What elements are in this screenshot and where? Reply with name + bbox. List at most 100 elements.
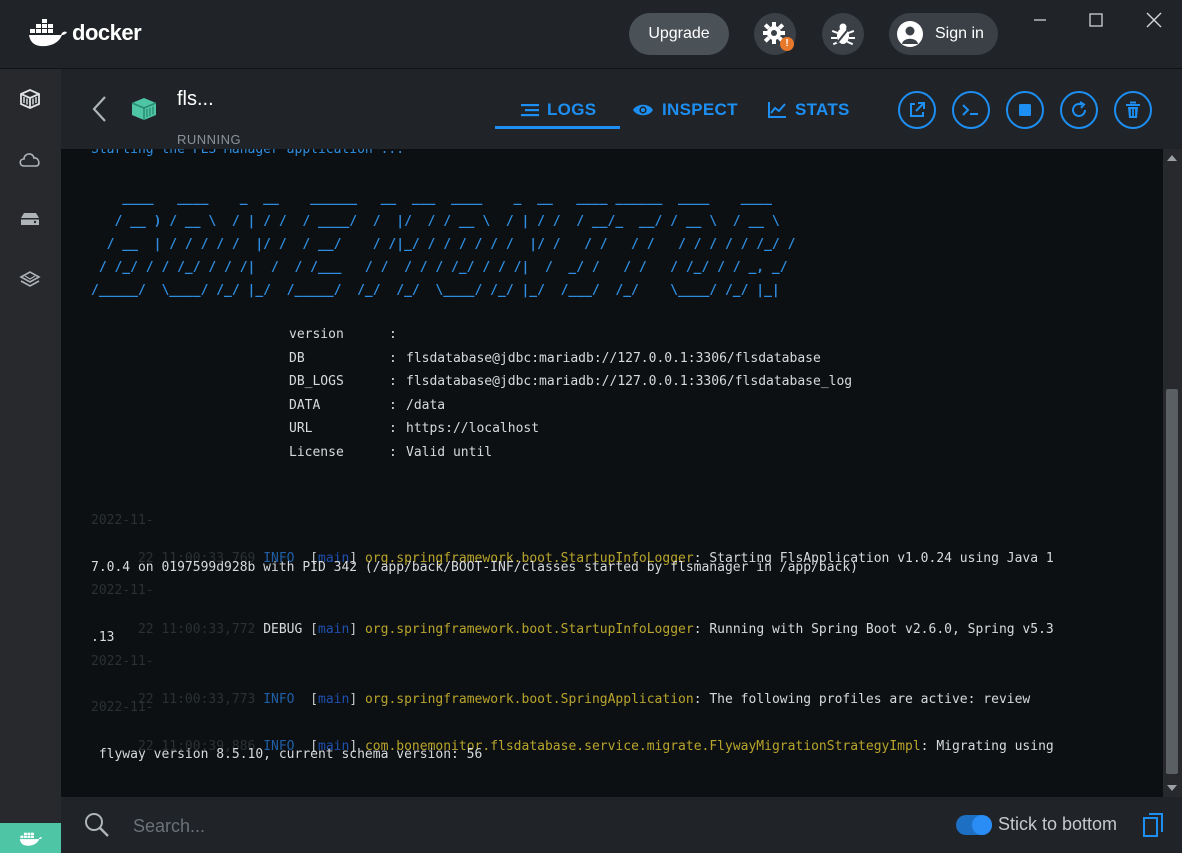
info-key: DB_LOGS <box>289 374 344 389</box>
troubleshoot-button[interactable] <box>822 13 864 55</box>
log-date: 2022-11- <box>91 654 154 669</box>
settings-warning-badge: ! <box>780 37 794 51</box>
log-date: 2022-11- <box>91 513 154 528</box>
disk-drive-icon <box>21 213 39 225</box>
log-message-continued: flyway version 8.5.10, current schema ve… <box>91 747 483 762</box>
log-thread: main <box>318 692 350 707</box>
sidebar-item-remote[interactable] <box>17 146 43 172</box>
stop-icon <box>1019 104 1031 116</box>
info-separator: : <box>389 398 397 413</box>
ascii-banner-line: / /_/ / / /_/ / / /| / / /___ / / / / / … <box>91 260 788 275</box>
info-key: URL <box>289 421 313 436</box>
tab-stats[interactable]: STATS <box>767 93 850 127</box>
copy-logs-button[interactable] <box>1141 811 1165 844</box>
log-message: : Running with Spring Boot v2.6.0, Sprin… <box>693 622 1054 637</box>
info-key: License <box>289 445 344 460</box>
log-date: 2022-11- <box>91 700 154 715</box>
upgrade-button[interactable]: Upgrade <box>629 13 729 55</box>
tab-stats-label: STATS <box>795 100 850 119</box>
container-header: fls... RUNNING LOGS INSPECT STATS <box>61 69 1182 149</box>
restart-icon <box>1072 101 1086 117</box>
copy-icon <box>1143 813 1163 837</box>
docker-logo: docker <box>28 16 142 50</box>
restart-button[interactable] <box>1060 91 1098 129</box>
stick-to-bottom-label: Stick to bottom <box>998 814 1118 834</box>
sidebar-item-containers[interactable] <box>17 86 43 112</box>
ascii-banner-line: /_____/ \____/ /_/ |_/ /_____/ /_/ /_/ \… <box>91 283 780 298</box>
close-icon <box>1146 12 1162 28</box>
ascii-banner-line: / __ ) / __ \ / | / / / ____/ / |/ / / _… <box>91 214 780 229</box>
log-bracket-close: ] <box>349 622 358 637</box>
close-button[interactable] <box>1142 10 1166 30</box>
log-bracket-close: ] <box>349 692 358 707</box>
maximize-icon <box>1089 13 1103 27</box>
tab-logs[interactable]: LOGS <box>521 93 596 127</box>
log-message: : The following profiles are active: rev… <box>693 692 1031 707</box>
maximize-button[interactable] <box>1084 10 1108 30</box>
log-level: INFO <box>263 692 303 707</box>
tab-logs-label: LOGS <box>547 100 597 119</box>
info-key: version <box>289 327 344 342</box>
log-search-input[interactable] <box>131 811 735 841</box>
layers-icon <box>19 271 41 287</box>
logs-icon <box>521 104 539 117</box>
log-output[interactable]: Starting the FLS Manager application ...… <box>61 149 1163 797</box>
info-key: DB <box>289 351 305 366</box>
sign-in-label: Sign in <box>935 25 984 42</box>
sign-in-button[interactable]: Sign in <box>889 13 998 55</box>
log-date: 2022-11- <box>91 583 154 598</box>
tab-inspect-label: INSPECT <box>662 100 738 119</box>
stop-button[interactable] <box>1006 91 1044 129</box>
log-timestamp: 22 11:00:33,773 <box>137 692 256 707</box>
docker-whale-status-icon <box>19 832 42 846</box>
ascii-banner-line: / __ | / / / / / |/ / / __/ / /|_/ / / /… <box>91 237 796 252</box>
cli-button[interactable] <box>952 91 990 129</box>
scroll-down-arrow[interactable] <box>1167 785 1177 791</box>
stick-to-bottom-toggle[interactable] <box>956 815 992 835</box>
info-value: flsdatabase@jdbc:mariadb://127.0.0.1:330… <box>406 374 853 389</box>
chevron-left-icon <box>92 96 106 122</box>
info-separator: : <box>389 445 397 460</box>
container-status: RUNNING <box>177 132 242 147</box>
log-logger: org.springframework.boot.SpringApplicati… <box>364 692 694 707</box>
minimize-button[interactable] <box>1028 10 1052 30</box>
log-logger: org.springframework.boot.StartupInfoLogg… <box>364 622 694 637</box>
info-value: Valid until <box>406 445 493 460</box>
info-value: flsdatabase@jdbc:mariadb://127.0.0.1:330… <box>406 351 821 366</box>
toggle-knob <box>972 815 992 835</box>
external-link-icon <box>910 102 925 117</box>
sidebar-item-dev-environments[interactable] <box>17 266 43 292</box>
log-bracket-open: [ <box>310 622 318 637</box>
tab-inspect[interactable]: INSPECT <box>632 93 738 127</box>
delete-button[interactable] <box>1114 91 1152 129</box>
log-scrollbar[interactable] <box>1163 149 1182 797</box>
info-separator: : <box>389 327 397 342</box>
info-separator: : <box>389 351 397 366</box>
log-thread: main <box>318 622 350 637</box>
avatar-icon <box>897 21 923 47</box>
settings-button[interactable]: ! <box>754 13 796 55</box>
open-in-browser-button[interactable] <box>898 91 936 129</box>
back-button[interactable] <box>91 95 109 123</box>
trash-icon <box>1126 101 1140 118</box>
sidebar-item-volumes[interactable] <box>17 206 43 232</box>
app-name: docker <box>72 20 142 45</box>
info-key: DATA <box>289 398 321 413</box>
docker-whale-icon <box>29 19 67 47</box>
container-icon <box>129 96 159 122</box>
scroll-up-arrow[interactable] <box>1167 155 1177 161</box>
bottom-bar: Stick to bottom <box>61 797 1182 853</box>
active-tab-indicator <box>495 126 620 129</box>
terminal-icon <box>962 104 978 116</box>
info-separator: : <box>389 421 397 436</box>
left-sidebar <box>0 69 61 853</box>
info-separator: : <box>389 374 397 389</box>
ascii-banner-line: ____ ____ _ __ ______ __ ___ ____ _ __ _… <box>91 191 772 206</box>
container-box-icon <box>20 89 40 109</box>
log-level: DEBUG <box>263 622 303 637</box>
log-message: : Migrating using <box>920 739 1054 754</box>
eye-icon <box>633 104 653 116</box>
docker-status-indicator[interactable] <box>0 823 61 853</box>
scrollbar-thumb[interactable] <box>1166 389 1178 774</box>
info-value: https://localhost <box>406 421 540 436</box>
